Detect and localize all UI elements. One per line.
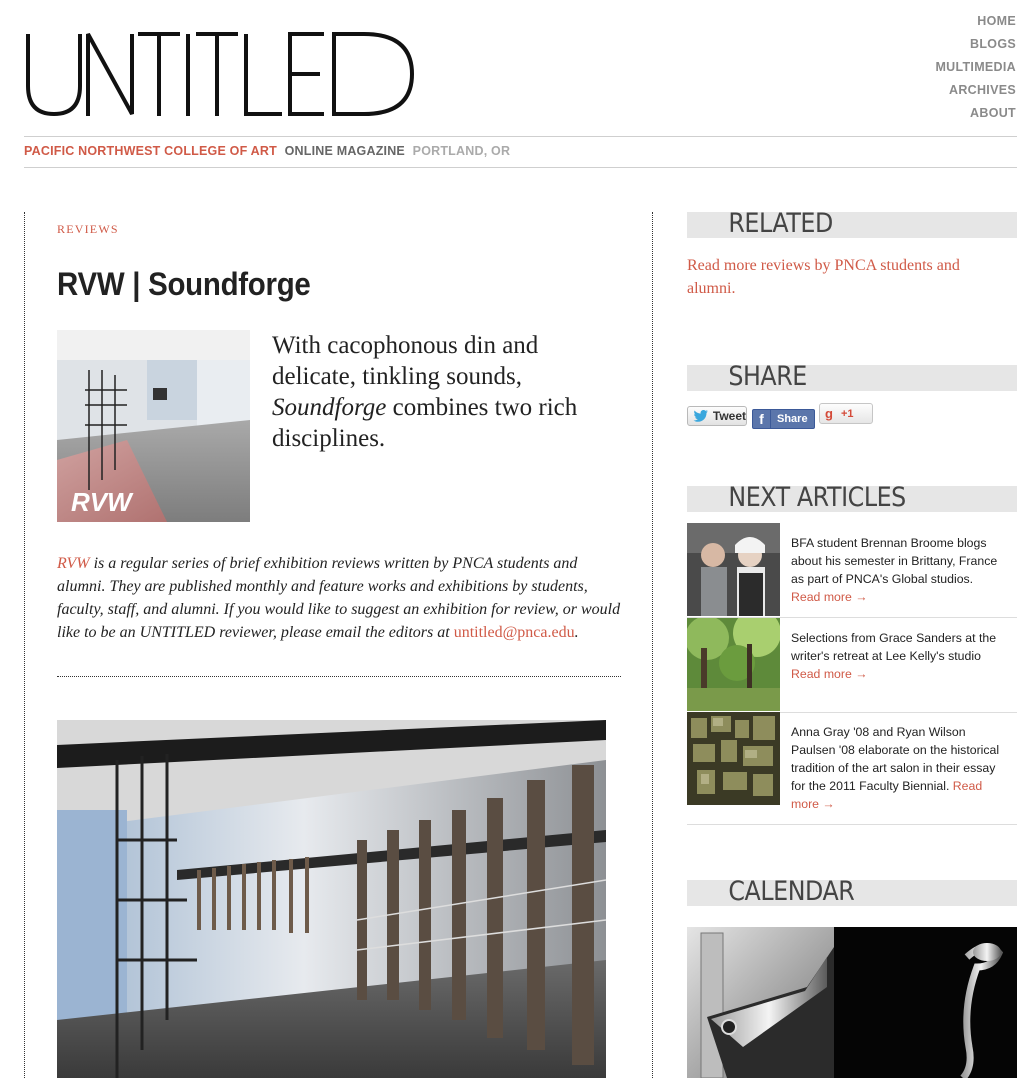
next-article-thumbnail[interactable] (687, 523, 780, 616)
series-intro-rvw-link[interactable]: RVW (57, 555, 90, 572)
related-heading: RELATED (687, 210, 1017, 238)
next-article-summary: Selections from Grace Sanders at the wri… (791, 631, 997, 663)
next-article-item[interactable]: Anna Gray '08 and Ryan Wilson Paulsen '0… (687, 712, 1017, 825)
deck-text-start: With cacophonous din and delicate, tinkl… (272, 332, 539, 390)
top-nav: HOME BLOGS MULTIMEDIA ARCHIVES ABOUT (935, 10, 1016, 125)
read-more-link[interactable]: Read more → (791, 590, 868, 604)
tweet-label: Tweet (712, 409, 746, 423)
deck-emphasis: Soundforge (272, 394, 387, 421)
calendar-heading: CALENDAR (687, 878, 1017, 906)
calendar-feature-image[interactable] (687, 927, 1017, 1078)
site-logo[interactable] (24, 28, 418, 120)
tweet-button[interactable]: Tweet (687, 406, 747, 426)
next-article-text: BFA student Brennan Broome blogs about h… (791, 534, 1007, 606)
editors-email-link[interactable]: untitled@pnca.edu (454, 624, 575, 641)
google-g-icon: g (825, 406, 833, 421)
header-rule-top (24, 136, 1017, 137)
next-article-text: Selections from Grace Sanders at the wri… (791, 629, 1007, 683)
article-category[interactable]: REVIEWS (57, 222, 119, 237)
nav-multimedia[interactable]: MULTIMEDIA (935, 56, 1016, 79)
article-thumbnail: RVW (57, 330, 250, 522)
main-border-right (652, 212, 653, 1078)
article-title: RVW | Soundforge (57, 266, 311, 302)
header-rule-bottom (24, 167, 1017, 168)
site-tagline: PACIFIC NORTHWEST COLLEGE OF ART ONLINE … (24, 144, 510, 158)
facebook-share-label: Share (777, 413, 808, 425)
facebook-icon: f (753, 410, 771, 428)
google-plus-one-button[interactable]: g +1 (819, 403, 873, 424)
related-reviews-link[interactable]: Read more reviews by PNCA students and a… (687, 254, 987, 300)
tagline-school-link[interactable]: PACIFIC NORTHWEST COLLEGE OF ART (24, 144, 277, 158)
article-main-photo (57, 720, 606, 1078)
next-article-thumbnail[interactable] (687, 618, 780, 711)
share-heading: SHARE (687, 363, 1017, 391)
nav-blogs[interactable]: BLOGS (935, 33, 1016, 56)
next-articles-heading: NEXT ARTICLES (687, 484, 1017, 512)
facebook-share-button[interactable]: f Share (752, 409, 815, 429)
read-more-link[interactable]: Read more → (791, 667, 868, 681)
next-article-thumbnail[interactable] (687, 712, 780, 805)
tagline-city: PORTLAND, OR (412, 144, 511, 158)
thumbnail-rvw-label: RVW (71, 487, 134, 517)
next-article-item[interactable]: Selections from Grace Sanders at the wri… (687, 618, 1017, 713)
nav-archives[interactable]: ARCHIVES (935, 79, 1016, 102)
main-border-left (24, 212, 25, 1078)
next-article-text: Anna Gray '08 and Ryan Wilson Paulsen '0… (791, 723, 1007, 813)
plus-one-label: +1 (840, 407, 854, 420)
intro-divider (57, 676, 621, 677)
series-intro-period: . (574, 624, 579, 641)
next-article-item[interactable]: BFA student Brennan Broome blogs about h… (687, 523, 1017, 618)
tagline-magazine: ONLINE MAGAZINE (284, 144, 405, 158)
next-article-summary: BFA student Brennan Broome blogs about h… (791, 536, 998, 586)
series-intro: RVW is a regular series of brief exhibit… (57, 552, 623, 644)
nav-home[interactable]: HOME (935, 10, 1016, 33)
nav-about[interactable]: ABOUT (935, 102, 1016, 125)
twitter-bird-icon (693, 409, 708, 422)
article-deck: With cacophonous din and delicate, tinkl… (272, 330, 617, 454)
